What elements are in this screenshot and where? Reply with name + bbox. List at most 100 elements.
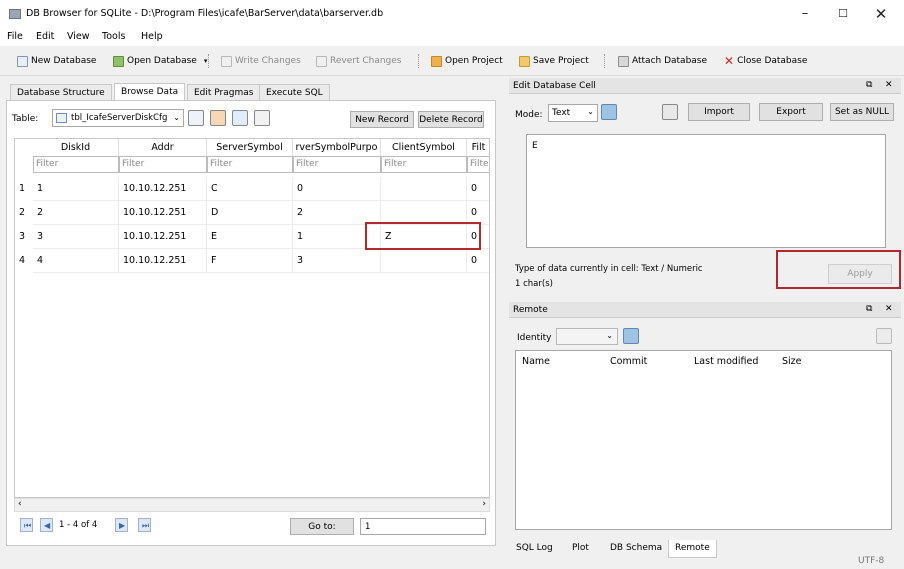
tab-database-structure[interactable]: Database Structure (10, 84, 112, 101)
next-record-button[interactable]: ▶ (115, 518, 128, 532)
remote-column-size[interactable]: Size (782, 356, 802, 367)
filter-input-serversymbol[interactable]: Filter (207, 156, 293, 173)
row-number[interactable]: 4 (15, 255, 25, 266)
table-label: Table: (12, 114, 39, 124)
table-cell[interactable]: 10.10.12.251 (119, 249, 207, 273)
menu-help[interactable]: Help (141, 31, 163, 42)
maximize-button[interactable]: ☐ (830, 4, 856, 24)
mode-select[interactable]: Text ⌄ (548, 104, 598, 122)
tab-plot[interactable]: Plot (566, 540, 595, 557)
row-number[interactable]: 2 (15, 207, 25, 218)
menu-tools[interactable]: Tools (102, 31, 125, 42)
filter-input-diskid[interactable]: Filter (33, 156, 119, 173)
close-window-button[interactable]: ✕ (868, 4, 894, 24)
float-icon[interactable]: ⧉ (866, 304, 872, 314)
tab-remote[interactable]: Remote (668, 540, 717, 558)
cell-type-info: Type of data currently in cell: Text / N… (515, 264, 703, 274)
filter-input-more[interactable]: Filter (467, 156, 489, 173)
remote-column-last-modified[interactable]: Last modified (694, 356, 758, 367)
revert-changes-button[interactable]: Revert Changes (316, 53, 402, 69)
column-header-serversymbolpurpose[interactable]: rverSymbolPurpo (293, 139, 381, 156)
previous-record-button[interactable]: ◀ (40, 518, 53, 532)
close-icon[interactable]: ✕ (885, 80, 893, 90)
open-database-button[interactable]: Open Database ▾ (113, 53, 207, 69)
table-cell[interactable]: 0 (467, 177, 489, 201)
scroll-right-icon[interactable]: › (482, 499, 486, 509)
minimize-button[interactable]: – (792, 4, 818, 24)
column-header-serversymbol[interactable]: ServerSymbol (207, 139, 293, 156)
tab-execute-sql[interactable]: Execute SQL (259, 84, 330, 101)
float-icon[interactable]: ⧉ (866, 80, 872, 90)
table-cell[interactable]: C (207, 177, 293, 201)
import-button[interactable]: Import (688, 103, 750, 121)
attach-database-button[interactable]: Attach Database (618, 53, 707, 69)
table-cell[interactable]: E (207, 225, 293, 249)
attach-database-icon (618, 55, 629, 67)
new-database-button[interactable]: New Database (17, 53, 96, 69)
horizontal-scrollbar[interactable]: ‹ › (14, 498, 490, 512)
column-header-more[interactable]: Filt (467, 139, 489, 156)
menu-file[interactable]: File (7, 31, 23, 42)
table-cell[interactable]: 0 (467, 249, 489, 273)
word-wrap-icon[interactable] (662, 104, 678, 120)
filter-input-clientsymbol[interactable]: Filter (381, 156, 467, 173)
auto-switch-icon[interactable] (601, 104, 617, 120)
new-record-button[interactable]: New Record (350, 111, 414, 128)
tab-browse-data[interactable]: Browse Data (114, 83, 186, 101)
row-number[interactable]: 1 (15, 183, 25, 194)
write-changes-button[interactable]: Write Changes (221, 53, 301, 69)
menu-edit[interactable]: Edit (36, 31, 54, 42)
push-database-icon[interactable] (876, 328, 892, 344)
table-cell[interactable]: 3 (33, 225, 119, 249)
delete-record-button[interactable]: Delete Record (418, 111, 484, 128)
print-icon[interactable] (254, 110, 270, 126)
goto-button[interactable]: Go to: (290, 518, 354, 535)
column-header-diskid[interactable]: DiskId (33, 139, 119, 156)
table-cell[interactable]: 10.10.12.251 (119, 201, 207, 225)
scroll-left-icon[interactable]: ‹ (18, 499, 22, 509)
table-cell[interactable]: F (207, 249, 293, 273)
goto-input[interactable]: 1 (360, 518, 486, 535)
save-table-icon[interactable] (232, 110, 248, 126)
table-cell[interactable]: 1 (33, 177, 119, 201)
row-number[interactable]: 3 (15, 231, 25, 242)
mode-label: Mode: (515, 110, 543, 120)
refresh-icon[interactable] (188, 110, 204, 126)
table-cell[interactable]: 4 (33, 249, 119, 273)
column-header-addr[interactable]: Addr (119, 139, 207, 156)
first-record-button[interactable]: ⏮ (20, 518, 33, 532)
tab-sql-log[interactable]: SQL Log (510, 540, 559, 557)
last-record-button[interactable]: ⏭ (138, 518, 151, 532)
filter-input-serversymbolpurpose[interactable]: Filter (293, 156, 381, 173)
cell-editor-textarea[interactable]: E (526, 134, 886, 248)
remote-column-name[interactable]: Name (522, 356, 550, 367)
close-database-button[interactable]: ✕ Close Database (724, 53, 807, 69)
identity-select[interactable]: ⌄ (556, 328, 618, 345)
table-cell[interactable]: 10.10.12.251 (119, 177, 207, 201)
table-cell[interactable] (381, 177, 467, 201)
column-header-clientsymbol[interactable]: ClientSymbol (381, 139, 467, 156)
remote-dock-title: Remote ⧉ ✕ (509, 302, 901, 318)
table-cell[interactable] (381, 249, 467, 273)
table-cell[interactable]: 0 (293, 177, 381, 201)
chevron-down-icon: ⌄ (587, 107, 594, 116)
filter-input-addr[interactable]: Filter (119, 156, 207, 173)
chevron-down-icon[interactable]: ▾ (204, 57, 208, 65)
clear-filters-icon[interactable] (210, 110, 226, 126)
remote-column-commit[interactable]: Commit (610, 356, 647, 367)
close-icon[interactable]: ✕ (885, 304, 893, 314)
table-cell[interactable]: 10.10.12.251 (119, 225, 207, 249)
table-cell[interactable]: 3 (293, 249, 381, 273)
table-cell[interactable]: D (207, 201, 293, 225)
identity-settings-icon[interactable] (623, 328, 639, 344)
export-button[interactable]: Export (759, 103, 823, 121)
tab-edit-pragmas[interactable]: Edit Pragmas (187, 84, 261, 101)
toolbar-separator (208, 54, 209, 68)
set-null-button[interactable]: Set as NULL (830, 103, 894, 121)
tab-db-schema[interactable]: DB Schema (604, 540, 668, 557)
table-select[interactable]: tbl_IcafeServerDiskCfg ⌄ (52, 109, 184, 127)
table-cell[interactable]: 2 (33, 201, 119, 225)
menu-view[interactable]: View (67, 31, 90, 42)
save-project-button[interactable]: Save Project (519, 53, 589, 69)
open-project-button[interactable]: Open Project (431, 53, 503, 69)
